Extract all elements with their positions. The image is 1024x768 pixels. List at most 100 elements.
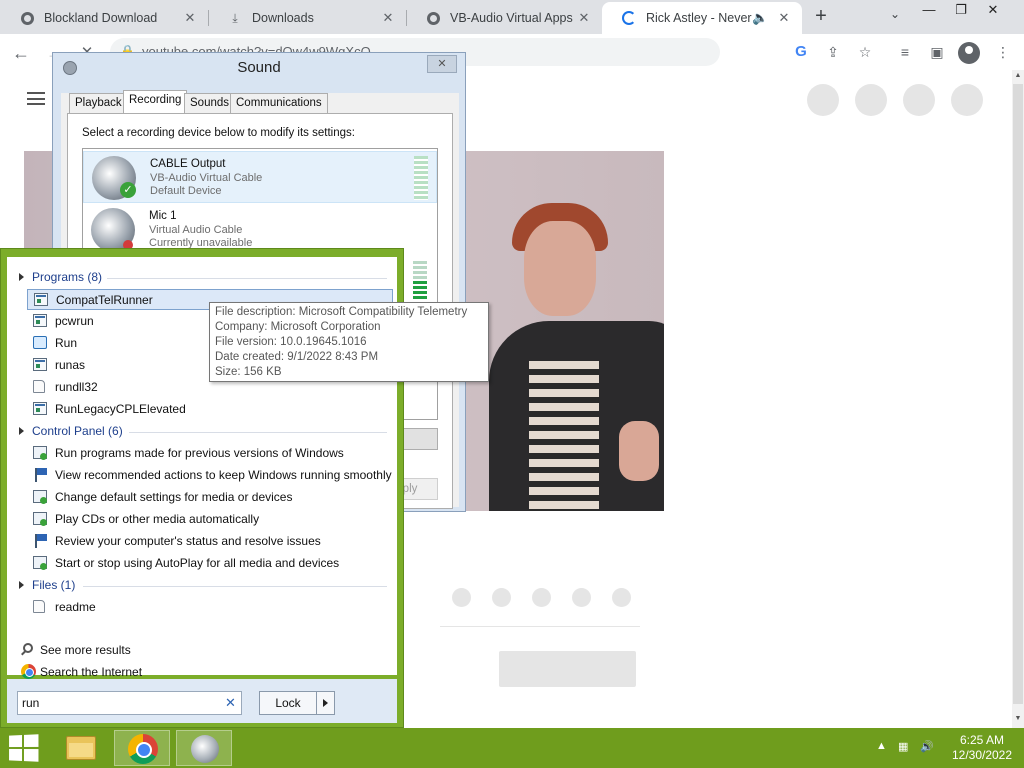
- run-icon: [33, 336, 47, 349]
- volume-icon[interactable]: 🔊: [920, 740, 934, 753]
- tooltip-line: Company: Microsoft Corporation: [215, 321, 381, 333]
- tab-downloads[interactable]: ⤓ Downloads ✕: [208, 2, 406, 34]
- tab-search-button[interactable]: ⌄: [890, 7, 900, 21]
- minimize-button[interactable]: —: [914, 2, 944, 22]
- control-panel-icon: [33, 446, 47, 460]
- tooltip-line: Date created: 9/1/2022 8:43 PM: [215, 351, 379, 363]
- tab-playback[interactable]: Playback: [69, 93, 128, 113]
- action-center-flag-icon: [33, 468, 47, 482]
- expand-arrow-icon: [19, 273, 24, 281]
- close-tab-icon[interactable]: ✕: [576, 10, 592, 26]
- power-options-arrow-icon[interactable]: [317, 691, 335, 715]
- start-search-box[interactable]: ✕: [17, 691, 242, 715]
- hamburger-menu-icon[interactable]: [27, 92, 45, 105]
- result-cp-item[interactable]: Start or stop using AutoPlay for all med…: [27, 553, 393, 574]
- device-item-cable-output[interactable]: ✓ CABLE Output VB-Audio Virtual Cable De…: [83, 151, 437, 203]
- close-tab-icon[interactable]: ✕: [776, 10, 792, 26]
- tab-blockland-download[interactable]: Blockland Download ✕: [0, 2, 208, 34]
- lock-button[interactable]: Lock: [259, 691, 317, 715]
- bookmark-star-icon[interactable]: ☆: [856, 43, 874, 61]
- group-title: Control Panel (6): [32, 424, 123, 438]
- result-label: Run programs made for previous versions …: [55, 446, 344, 460]
- control-panel-icon: [33, 490, 47, 504]
- start-menu-footer: ✕ Lock: [7, 679, 397, 723]
- skeleton-placeholder: [951, 84, 983, 116]
- taskbar-sound[interactable]: [176, 730, 232, 766]
- result-label: Play CDs or other media automatically: [55, 512, 260, 526]
- result-cp-item[interactable]: Play CDs or other media automatically: [27, 509, 393, 530]
- expand-arrow-icon: [19, 427, 24, 435]
- result-cp-item[interactable]: Run programs made for previous versions …: [27, 443, 393, 464]
- chrome-icon: [21, 664, 36, 679]
- result-readme[interactable]: readme: [27, 597, 393, 618]
- device-status: Default Device: [150, 185, 222, 197]
- result-cp-item[interactable]: View recommended actions to keep Windows…: [27, 465, 393, 486]
- sound-close-button[interactable]: ✕: [427, 55, 457, 73]
- level-meter: [414, 156, 428, 200]
- result-label: RunLegacyCPLElevated: [55, 402, 186, 416]
- tab-rick-astley[interactable]: Rick Astley - Never G 🔈 ✕: [602, 2, 802, 34]
- scroll-down-arrow-icon[interactable]: ▼: [1012, 715, 1024, 722]
- tab-communications[interactable]: Communications: [230, 93, 328, 113]
- divider: [440, 626, 640, 627]
- new-tab-button[interactable]: +: [810, 5, 832, 27]
- start-search-input[interactable]: [22, 695, 212, 711]
- group-title: Files (1): [32, 578, 76, 592]
- result-cp-item[interactable]: Change default settings for media or dev…: [27, 487, 393, 508]
- group-divider: [83, 586, 387, 587]
- profile-avatar-icon[interactable]: [958, 42, 980, 64]
- video-figure-hand: [619, 421, 659, 481]
- video-figure-shirt: [529, 361, 599, 511]
- speaker-icon[interactable]: 🔈: [752, 10, 768, 26]
- program-icon: [33, 358, 47, 371]
- result-label: CompatTelRunner: [56, 293, 153, 307]
- see-more-results-link[interactable]: See more results: [21, 640, 321, 660]
- clock-date: 12/30/2022: [951, 748, 1013, 762]
- program-icon: [33, 402, 47, 415]
- tooltip-line: File description: Microsoft Compatibilit…: [215, 306, 468, 318]
- result-label: Run: [55, 336, 78, 350]
- taskbar-file-explorer[interactable]: [52, 730, 108, 766]
- restore-button[interactable]: ❐: [946, 2, 976, 22]
- media-control-icon[interactable]: ≡: [896, 43, 914, 61]
- back-button[interactable]: ←: [10, 42, 32, 64]
- close-window-button[interactable]: ✕: [978, 2, 1008, 22]
- clear-search-icon[interactable]: ✕: [225, 695, 236, 711]
- tooltip-line: File version: 10.0.19645.1016: [215, 336, 367, 348]
- scroll-up-arrow-icon[interactable]: ▲: [1012, 72, 1024, 79]
- close-tab-icon[interactable]: ✕: [182, 10, 198, 26]
- taskbar-chrome[interactable]: [114, 730, 170, 766]
- result-cp-item[interactable]: Review your computer's status and resolv…: [27, 531, 393, 552]
- google-lens-icon[interactable]: G: [792, 43, 810, 61]
- result-label: Review your computer's status and resolv…: [55, 534, 321, 548]
- group-files[interactable]: Files (1): [7, 575, 397, 595]
- tab-sounds[interactable]: Sounds: [184, 93, 236, 113]
- menu-kebab-icon[interactable]: ⋮: [994, 43, 1012, 61]
- search-icon: [23, 643, 33, 653]
- globe-icon: [20, 11, 34, 25]
- skeleton-dot: [612, 588, 631, 607]
- result-label: Start or stop using AutoPlay for all med…: [55, 556, 340, 570]
- group-control-panel[interactable]: Control Panel (6): [7, 421, 397, 441]
- tab-vb-audio[interactable]: VB-Audio Virtual Apps ✕: [406, 2, 602, 34]
- result-label: pcwrun: [55, 314, 94, 328]
- share-icon[interactable]: ⇪: [824, 43, 842, 61]
- group-programs[interactable]: Programs (8): [7, 267, 397, 287]
- sound-dialog-title: Sound: [237, 59, 281, 76]
- result-label: Change default settings for media or dev…: [55, 490, 293, 504]
- tab-label: Blockland Download: [44, 11, 158, 25]
- result-label: runas: [55, 358, 86, 372]
- speaker-icon: [191, 735, 219, 763]
- close-tab-icon[interactable]: ✕: [380, 10, 396, 26]
- windows-start-button[interactable]: [9, 734, 39, 762]
- result-runlegacycplelevated[interactable]: RunLegacyCPLElevated: [27, 399, 393, 420]
- taskbar-clock[interactable]: 6:25 AM 12/30/2022: [944, 733, 1020, 763]
- file-icon: [33, 380, 45, 393]
- group-title: Programs (8): [32, 270, 103, 284]
- tab-recording[interactable]: Recording: [123, 90, 188, 113]
- side-panel-icon[interactable]: ▣: [928, 43, 946, 61]
- show-hidden-icons-arrow[interactable]: ▲: [876, 740, 887, 752]
- network-icon[interactable]: ▦: [898, 740, 908, 753]
- scrollbar-thumb[interactable]: [1013, 84, 1023, 704]
- tab-label: VB-Audio Virtual Apps: [450, 11, 573, 25]
